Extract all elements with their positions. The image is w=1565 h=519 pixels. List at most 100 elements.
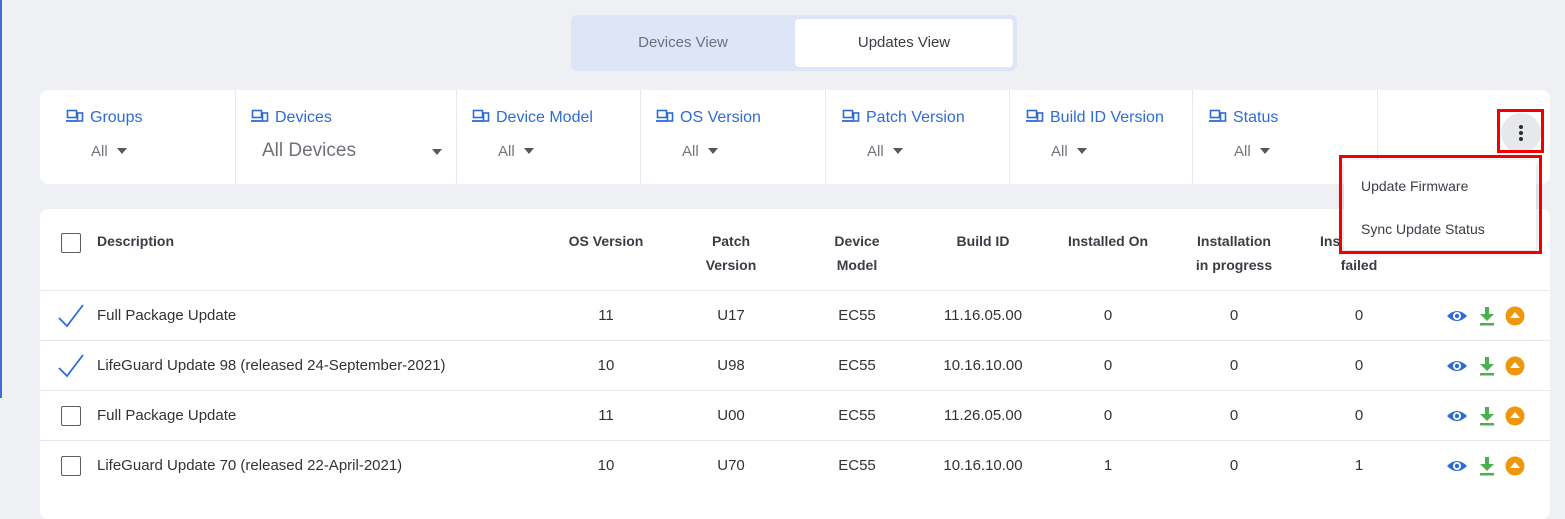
row-in-progress: 0: [1229, 357, 1239, 374]
row-build-id: 11.16.05.00: [943, 307, 1023, 324]
table-row[interactable]: LifeGuard Update 98 (released 24-Septemb…: [40, 340, 1550, 391]
device-group-icon: [1209, 109, 1227, 128]
row-patch-version: U98: [717, 357, 745, 374]
caret-down-icon: [432, 149, 442, 155]
filter-label-build-id-version: Build ID Version: [1026, 109, 1164, 128]
eye-icon[interactable]: [1446, 456, 1468, 481]
download-icon[interactable]: [1479, 356, 1495, 381]
device-group-icon: [66, 109, 84, 128]
header-installation-in-progress: Installation in progress: [1174, 229, 1294, 277]
filter-device-model[interactable]: Device Model All: [457, 90, 641, 184]
eye-icon[interactable]: [1446, 306, 1468, 331]
upload-icon[interactable]: [1505, 456, 1525, 481]
filter-value-os-version[interactable]: All: [682, 143, 718, 160]
updates-view-tab[interactable]: Updates View: [795, 19, 1013, 67]
caret-down-icon: [892, 148, 903, 154]
filter-value-patch-version[interactable]: All: [867, 143, 903, 160]
filter-label-os-version: OS Version: [656, 109, 761, 128]
upload-icon[interactable]: [1505, 306, 1525, 331]
header-text: Device: [834, 233, 880, 249]
row-failed: 0: [1354, 307, 1364, 324]
filter-os-version[interactable]: OS Version All: [641, 90, 826, 184]
row-failed: 0: [1354, 407, 1364, 424]
filter-value-groups[interactable]: All: [91, 143, 127, 160]
caret-down-icon: [1259, 148, 1270, 154]
filter-label-status: Status: [1209, 109, 1278, 128]
filter-value-device-model[interactable]: All: [498, 143, 534, 160]
highlight-box-menu: [1339, 155, 1542, 254]
check-icon[interactable]: [57, 353, 85, 379]
filter-label-text: OS Version: [680, 109, 761, 126]
download-icon[interactable]: [1479, 406, 1495, 431]
filter-value-text: All: [867, 143, 884, 160]
filter-patch-version[interactable]: Patch Version All: [826, 90, 1010, 184]
filter-value-text: All: [1234, 143, 1251, 160]
row-patch-version: U70: [717, 457, 745, 474]
row-device-model: EC55: [838, 407, 876, 424]
filter-label-device-model: Device Model: [472, 109, 593, 128]
table-row[interactable]: LifeGuard Update 70 (released 22-April-2…: [40, 440, 1550, 491]
row-failed: 0: [1354, 357, 1364, 374]
row-description: Full Package Update: [97, 307, 237, 324]
eye-icon[interactable]: [1446, 406, 1468, 431]
filter-groups[interactable]: Groups All: [40, 90, 236, 184]
filter-build-id-version[interactable]: Build ID Version All: [1010, 90, 1193, 184]
download-icon[interactable]: [1479, 456, 1495, 481]
header-description: Description: [97, 233, 175, 249]
row-installed-on: 0: [1103, 357, 1113, 374]
row-description: LifeGuard Update 98 (released 24-Septemb…: [97, 357, 446, 374]
filter-value-text: All: [1051, 143, 1068, 160]
filter-label-text: Device Model: [496, 109, 593, 126]
device-group-icon: [251, 109, 269, 128]
header-text: in progress: [1195, 257, 1273, 273]
caret-down-icon: [523, 148, 534, 154]
header-text: Patch: [711, 233, 751, 249]
header-build-id: Build ID: [956, 233, 1010, 249]
filter-value-text: All Devices: [262, 140, 356, 161]
download-icon[interactable]: [1479, 306, 1495, 331]
check-icon[interactable]: [57, 303, 85, 329]
filter-label-text: Groups: [90, 109, 143, 126]
row-in-progress: 0: [1229, 307, 1239, 324]
left-edge-border: [0, 0, 2, 398]
filter-bar: Groups All Devices All Devices Device Mo…: [40, 90, 1550, 184]
row-os-version: 11: [598, 407, 614, 424]
header-installed-on: Installed On: [1067, 233, 1149, 249]
header-text: Version: [705, 257, 757, 273]
filter-value-devices[interactable]: All Devices: [262, 140, 356, 162]
row-patch-version: U17: [717, 307, 745, 324]
row-device-model: EC55: [838, 457, 876, 474]
filter-value-status[interactable]: All: [1234, 143, 1270, 160]
row-os-version: 11: [598, 307, 614, 324]
filter-label-text: Status: [1233, 109, 1279, 126]
row-build-id: 10.16.10.00: [943, 357, 1023, 374]
select-all-checkbox[interactable]: [61, 233, 81, 253]
filter-label-patch-version: Patch Version: [842, 109, 965, 128]
filter-value-build-id-version[interactable]: All: [1051, 143, 1087, 160]
header-text: Installation: [1197, 233, 1271, 249]
device-group-icon: [656, 109, 674, 128]
header-patch-version: Patch Version: [681, 229, 781, 277]
filter-devices[interactable]: Devices All Devices: [236, 90, 457, 184]
row-checkbox[interactable]: [61, 456, 81, 476]
row-checkbox[interactable]: [61, 406, 81, 426]
table-row[interactable]: Full Package Update 11 U00 EC55 11.26.05…: [40, 390, 1550, 441]
row-in-progress: 0: [1229, 407, 1239, 424]
row-description: Full Package Update: [97, 407, 237, 424]
table-row[interactable]: Full Package Update 11 U17 EC55 11.16.05…: [40, 290, 1550, 341]
row-device-model: EC55: [838, 307, 876, 324]
caret-down-icon: [116, 148, 127, 154]
upload-icon[interactable]: [1505, 356, 1525, 381]
row-os-version: 10: [597, 457, 615, 474]
eye-icon[interactable]: [1446, 356, 1468, 381]
devices-view-tab[interactable]: Devices View: [575, 19, 791, 67]
filter-label-devices: Devices: [251, 109, 332, 128]
upload-icon[interactable]: [1505, 406, 1525, 431]
filter-label-text: Patch Version: [866, 109, 965, 126]
row-description: LifeGuard Update 70 (released 22-April-2…: [97, 457, 403, 474]
filter-label-text: Devices: [275, 109, 332, 126]
header-device-model: Device Model: [807, 229, 907, 277]
caret-down-icon: [1076, 148, 1087, 154]
header-text: failed: [1340, 257, 1378, 273]
header-text: Model: [836, 257, 878, 273]
